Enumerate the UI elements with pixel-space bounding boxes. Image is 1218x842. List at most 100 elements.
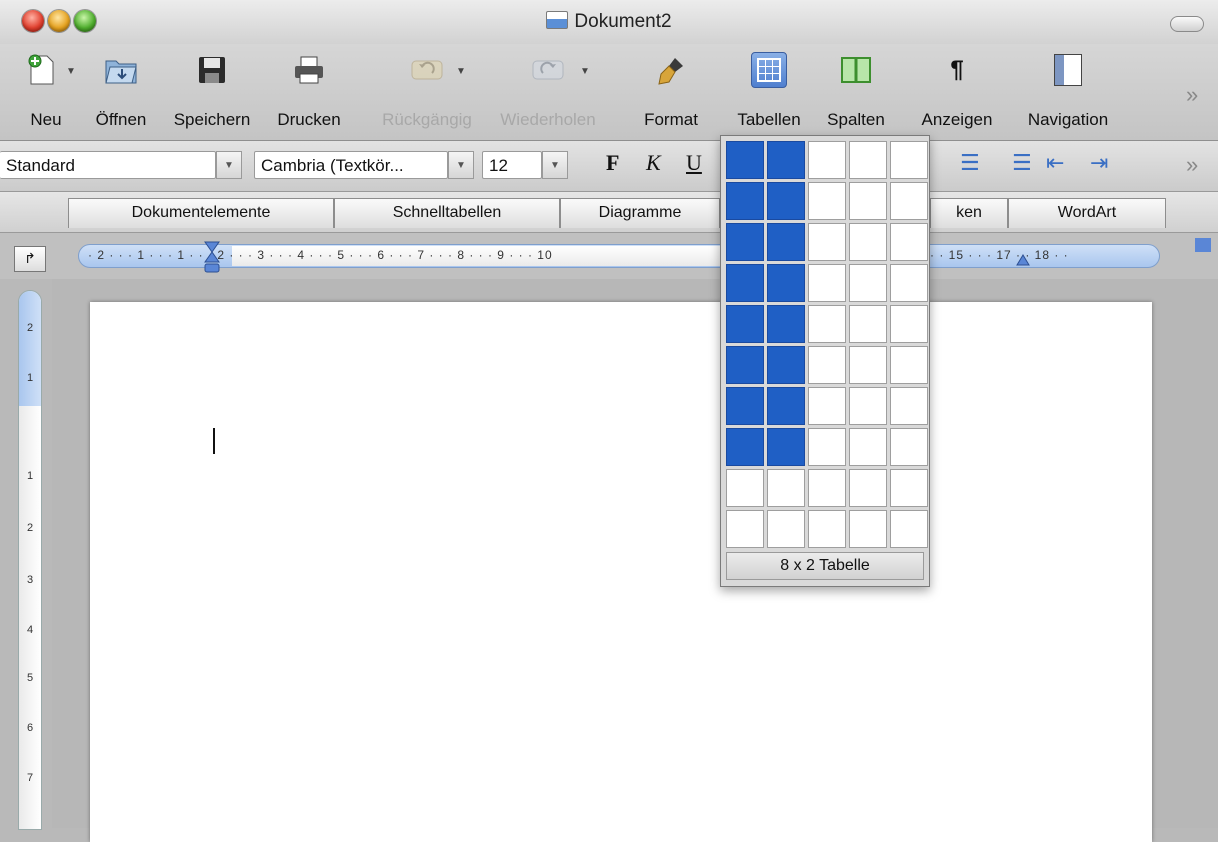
toolbar-overflow-icon[interactable]: » (1186, 82, 1198, 108)
tab-diagramme[interactable]: Diagramme (560, 198, 720, 228)
chevron-down-icon[interactable]: ▼ (448, 151, 474, 179)
open-button[interactable]: Öffnen (86, 52, 156, 136)
table-grid-cell[interactable] (808, 264, 846, 302)
table-grid-cell[interactable] (849, 305, 887, 343)
chevron-down-icon[interactable]: ▼ (456, 66, 466, 77)
table-grid-cell[interactable] (808, 387, 846, 425)
table-grid-cell[interactable] (726, 223, 764, 261)
table-grid-cell[interactable] (726, 387, 764, 425)
table-grid-cell[interactable] (767, 182, 805, 220)
bold-button[interactable]: F (606, 150, 619, 176)
table-grid-cell[interactable] (726, 469, 764, 507)
table-grid-cell[interactable] (767, 469, 805, 507)
table-grid-cell[interactable] (767, 223, 805, 261)
undo-button[interactable]: ▼ Rückgängig (372, 52, 482, 136)
table-grid-cell[interactable] (808, 182, 846, 220)
table-grid-cell[interactable] (890, 264, 928, 302)
font-size-select[interactable]: 12 (482, 151, 542, 179)
table-grid-cell[interactable] (849, 182, 887, 220)
table-grid-cell[interactable] (890, 387, 928, 425)
chevron-down-icon[interactable]: ▼ (66, 66, 76, 77)
navigation-pane-icon (1050, 52, 1086, 88)
increase-indent-icon[interactable]: ⇥ (1090, 150, 1108, 176)
table-grid-cell[interactable] (890, 305, 928, 343)
vruler-number: 1 (26, 470, 34, 482)
table-grid-cell[interactable] (808, 510, 846, 548)
table-picker-popup: 8 x 2 Tabelle (720, 135, 930, 587)
table-grid-cell[interactable] (767, 346, 805, 384)
navigation-button[interactable]: Navigation (1012, 52, 1124, 136)
style-select[interactable]: Standard (0, 151, 216, 179)
table-grid-cell[interactable] (849, 346, 887, 384)
table-grid-cell[interactable] (767, 305, 805, 343)
table-grid-cell[interactable] (849, 428, 887, 466)
table-grid-cell[interactable] (890, 469, 928, 507)
table-grid-cell[interactable] (767, 141, 805, 179)
table-grid-cell[interactable] (890, 510, 928, 548)
vruler-number: 3 (26, 574, 34, 586)
print-button[interactable]: Drucken (264, 52, 354, 136)
table-grid-cell[interactable] (849, 264, 887, 302)
underline-button[interactable]: U (686, 150, 702, 176)
table-grid-cell[interactable] (726, 264, 764, 302)
decrease-indent-icon[interactable]: ⇤ (1046, 150, 1064, 176)
document-page[interactable] (90, 302, 1152, 842)
new-button[interactable]: ▼ Neu (18, 52, 76, 136)
table-grid-cell[interactable] (890, 223, 928, 261)
table-grid-cell[interactable] (890, 346, 928, 384)
table-grid-cell[interactable] (849, 141, 887, 179)
table-size-grid[interactable] (726, 141, 928, 548)
table-grid-cell[interactable] (849, 469, 887, 507)
toolbar-toggle-button[interactable] (1170, 16, 1204, 32)
tab-selector-button[interactable]: ↱ (14, 246, 46, 272)
table-grid-cell[interactable] (849, 223, 887, 261)
save-button[interactable]: Speichern (162, 52, 262, 136)
table-grid-cell[interactable] (767, 428, 805, 466)
table-grid-cell[interactable] (726, 305, 764, 343)
table-grid-cell[interactable] (726, 510, 764, 548)
table-grid-cell[interactable] (808, 141, 846, 179)
tab-smartart-partial[interactable]: ken (930, 198, 1008, 228)
table-grid-cell[interactable] (808, 469, 846, 507)
table-grid-cell[interactable] (726, 428, 764, 466)
table-grid-cell[interactable] (890, 141, 928, 179)
tab-schnelltabellen[interactable]: Schnelltabellen (334, 198, 560, 228)
format-brush-icon (653, 52, 689, 88)
table-grid-cell[interactable] (726, 346, 764, 384)
word-document-icon (546, 11, 569, 29)
view-toggle-icon[interactable] (1195, 238, 1211, 252)
tab-wordart[interactable]: WordArt (1008, 198, 1166, 228)
table-grid-cell[interactable] (849, 387, 887, 425)
columns-button[interactable]: Spalten (816, 52, 896, 136)
formatbar-overflow-icon[interactable]: » (1186, 152, 1198, 178)
tables-button[interactable]: Tabellen (724, 52, 814, 136)
table-grid-cell[interactable] (726, 182, 764, 220)
table-grid-cell[interactable] (767, 387, 805, 425)
table-grid-cell[interactable] (726, 141, 764, 179)
save-disk-icon (194, 52, 230, 88)
tab-dokumentelemente[interactable]: Dokumentelemente (68, 198, 334, 228)
table-grid-cell[interactable] (890, 428, 928, 466)
italic-button[interactable]: K (646, 150, 661, 176)
table-grid-cell[interactable] (890, 182, 928, 220)
right-indent-marker-icon[interactable] (1016, 252, 1030, 270)
window-title: Dokument2 (0, 11, 1218, 33)
columns-icon (838, 52, 874, 88)
numbered-list-icon[interactable]: ☰ (960, 150, 980, 176)
table-grid-cell[interactable] (808, 346, 846, 384)
table-grid-cell[interactable] (808, 305, 846, 343)
format-button[interactable]: Format (632, 52, 710, 136)
table-grid-cell[interactable] (808, 428, 846, 466)
chevron-down-icon[interactable]: ▼ (216, 151, 242, 179)
indent-marker-icon[interactable] (204, 240, 220, 280)
table-grid-cell[interactable] (767, 264, 805, 302)
table-grid-cell[interactable] (808, 223, 846, 261)
table-grid-cell[interactable] (849, 510, 887, 548)
font-select[interactable]: Cambria (Textkör... (254, 151, 448, 179)
redo-button[interactable]: ▼ Wiederholen (486, 52, 610, 136)
chevron-down-icon[interactable]: ▼ (580, 66, 590, 77)
chevron-down-icon[interactable]: ▼ (542, 151, 568, 179)
show-button[interactable]: ¶ Anzeigen (910, 52, 1004, 136)
bulleted-list-icon[interactable]: ☰ (1012, 150, 1032, 176)
table-grid-cell[interactable] (767, 510, 805, 548)
